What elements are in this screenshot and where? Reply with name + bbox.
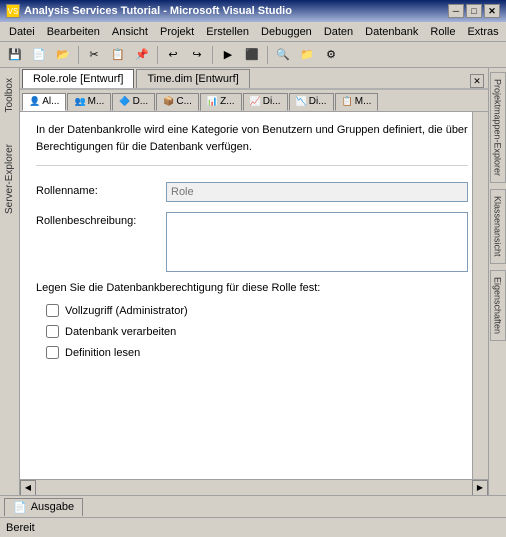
checkbox-verarbeiten-label: Datenbank verarbeiten [65,326,176,338]
tab-c-icon: 📦 [163,96,174,107]
toolbar: 💾 📄 📂 ✂ 📋 📌 ↩ ↪ ▶ ⬛ 🔍 📁 ⚙ [0,42,506,68]
toolbar-sep1 [78,46,79,64]
vertical-scrollbar[interactable] [472,112,488,479]
section-label: Legen Sie die Datenbankberechtigung für … [36,282,468,294]
title-bar: VS Analysis Services Tutorial - Microsof… [0,0,506,22]
minimize-button[interactable]: ─ [448,4,464,18]
sidebar-toolbox[interactable]: Toolbox [2,72,17,118]
window-controls[interactable]: ─ □ ✕ [448,4,500,18]
checkbox-definition-label: Definition lesen [65,347,140,359]
inner-tab-di2[interactable]: 📉 Di... [289,93,334,111]
tab-z-icon: 📊 [207,96,218,107]
tab-al-icon: 👤 [29,96,40,107]
toolbar-open[interactable]: 📂 [52,45,74,65]
close-button[interactable]: ✕ [484,4,500,18]
scroll-track[interactable] [36,483,472,493]
tab-di2-icon: 📉 [296,96,307,107]
toolbar-new[interactable]: 📄 [28,45,50,65]
menu-datei[interactable]: Datei [4,25,40,39]
sidebar-projektmappen[interactable]: Projektmappen-Explorer [490,72,506,183]
sidebar-eigenschaften[interactable]: Eigenschaften [490,270,506,341]
inner-tab-al[interactable]: 👤 Al... [22,93,66,111]
menu-projekt[interactable]: Projekt [155,25,199,39]
center-content: Role.role [Entwurf] Time.dim [Entwurf] ✕… [20,68,488,495]
rollenbeschreibung-input[interactable] [166,212,468,272]
rollenname-row: Rollenname: [36,182,468,202]
checkbox-vollzugriff-label: Vollzugriff (Administrator) [65,305,188,317]
toolbar-solution-explorer[interactable]: 📁 [296,45,318,65]
tab-role[interactable]: Role.role [Entwurf] [22,69,134,88]
checkbox-vollzugriff: Vollzugriff (Administrator) [36,304,468,317]
output-tab[interactable]: 📄 Ausgabe [4,498,83,516]
status-text: Bereit [6,522,35,534]
left-sidebar: Toolbox Server-Explorer [0,68,20,495]
toolbar-redo[interactable]: ↪ [186,45,208,65]
scroll-right-button[interactable]: ▶ [472,480,488,496]
inner-tab-m2[interactable]: 📋 M... [335,93,379,111]
toolbar-sep2 [157,46,158,64]
window-title: Analysis Services Tutorial - Microsoft V… [24,5,292,17]
inner-tab-c[interactable]: 📦 C... [156,93,199,111]
tab-m1-icon: 👥 [74,96,85,107]
menu-debuggen[interactable]: Debuggen [256,25,317,39]
main-layout: Toolbox Server-Explorer Role.role [Entwu… [0,68,506,495]
inner-tab-m1[interactable]: 👥 M... [67,93,111,111]
inner-tab-bar: 👤 Al... 👥 M... 🔷 D... 📦 C... 📊 Z... 📈 [20,90,488,112]
menu-daten[interactable]: Daten [319,25,358,39]
tab-m2-icon: 📋 [342,96,353,107]
tab-di1-icon: 📈 [250,96,261,107]
title-bar-left: VS Analysis Services Tutorial - Microsof… [6,4,292,18]
maximize-button[interactable]: □ [466,4,482,18]
output-icon: 📄 [13,501,27,514]
toolbar-paste[interactable]: 📌 [131,45,153,65]
output-label: Ausgabe [31,501,74,513]
checkbox-verarbeiten-input[interactable] [46,325,59,338]
inner-tab-di1[interactable]: 📈 Di... [243,93,288,111]
toolbar-copy[interactable]: 📋 [107,45,129,65]
rollenname-input[interactable] [166,182,468,202]
right-sidebar: Projektmappen-Explorer Klassenansicht Ei… [488,68,506,495]
tab-d-icon: 🔷 [119,96,130,107]
toolbar-find[interactable]: 🔍 [272,45,294,65]
toolbar-sep3 [212,46,213,64]
sidebar-server-explorer[interactable]: Server-Explorer [2,138,17,220]
toolbar-save[interactable]: 💾 [4,45,26,65]
toolbar-sep4 [267,46,268,64]
toolbar-properties[interactable]: ⚙ [320,45,342,65]
description-text: In der Datenbankrolle wird eine Kategori… [36,122,468,166]
toolbar-run[interactable]: ▶ [217,45,239,65]
rollenbeschreibung-label: Rollenbeschreibung: [36,212,166,227]
menu-extras[interactable]: Extras [462,25,503,39]
tab-time[interactable]: Time.dim [Entwurf] [136,69,249,88]
menu-bar: Datei Bearbeiten Ansicht Projekt Erstell… [0,22,506,42]
content-area: In der Datenbankrolle wird eine Kategori… [20,112,488,479]
rollenname-label: Rollenname: [36,182,166,197]
scroll-left-button[interactable]: ◀ [20,480,36,496]
output-bar: 📄 Ausgabe [0,495,506,517]
sidebar-klassenansicht[interactable]: Klassenansicht [490,189,506,264]
inner-tab-d[interactable]: 🔷 D... [112,93,155,111]
checkbox-verarbeiten: Datenbank verarbeiten [36,325,468,338]
rollenbeschreibung-row: Rollenbeschreibung: [36,212,468,272]
menu-erstellen[interactable]: Erstellen [201,25,254,39]
checkbox-vollzugriff-input[interactable] [46,304,59,317]
horizontal-scrollbar[interactable]: ◀ ▶ [20,479,488,495]
status-bar: Bereit [0,517,506,537]
menu-rolle[interactable]: Rolle [425,25,460,39]
document-tabs: Role.role [Entwurf] Time.dim [Entwurf] ✕ [20,68,488,90]
toolbar-stop[interactable]: ⬛ [241,45,263,65]
inner-tab-z[interactable]: 📊 Z... [200,93,242,111]
menu-ansicht[interactable]: Ansicht [107,25,153,39]
tab-close-button[interactable]: ✕ [470,74,484,88]
app-icon: VS [6,4,20,18]
menu-datenbank[interactable]: Datenbank [360,25,423,39]
toolbar-cut[interactable]: ✂ [83,45,105,65]
checkbox-definition-input[interactable] [46,346,59,359]
checkbox-definition: Definition lesen [36,346,468,359]
menu-bearbeiten[interactable]: Bearbeiten [42,25,105,39]
toolbar-undo[interactable]: ↩ [162,45,184,65]
